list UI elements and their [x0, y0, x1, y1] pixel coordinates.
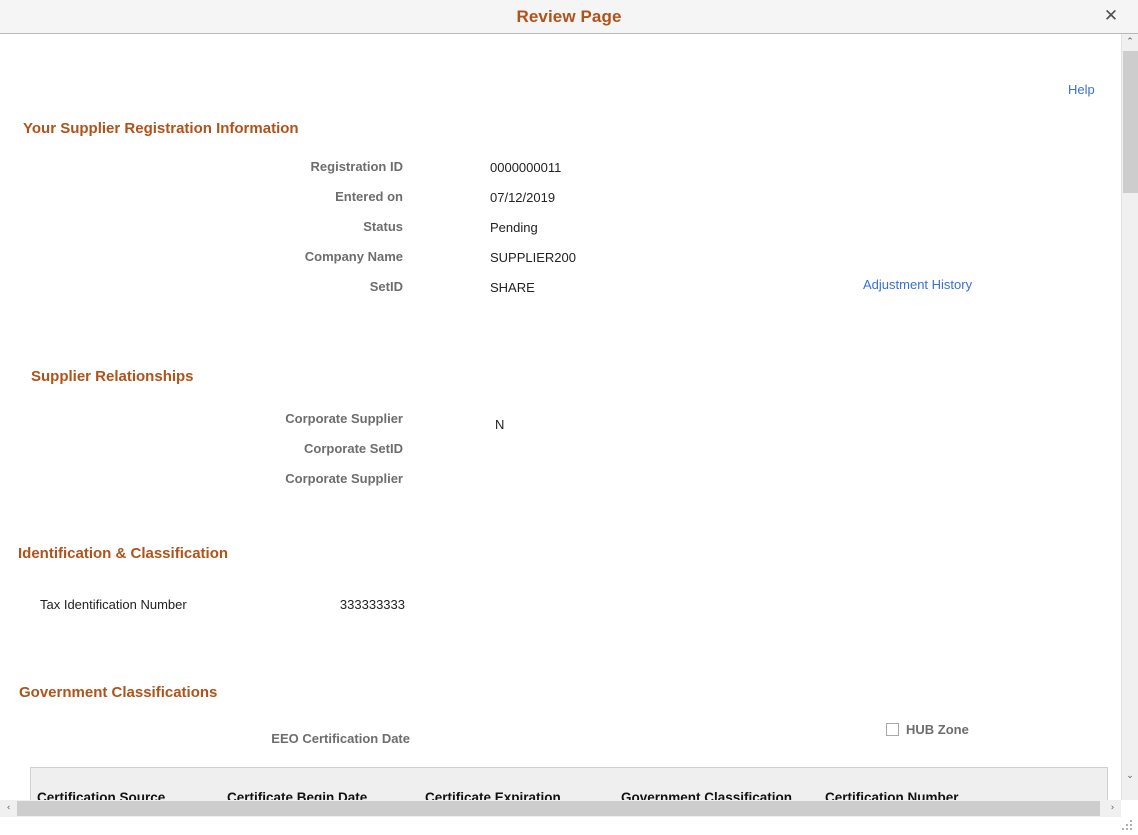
- field-value-company-name: SUPPLIER200: [490, 250, 576, 265]
- field-label-registration-id: Registration ID: [310, 159, 403, 174]
- page-title: Review Page: [516, 7, 622, 26]
- field-value-setid: SHARE: [490, 280, 535, 295]
- field-value-registration-id: 0000000011: [490, 160, 562, 175]
- field-value-entered-on: 07/12/2019: [490, 190, 556, 205]
- horizontal-scrollbar-thumb[interactable]: [17, 801, 1100, 816]
- section-heading-government-classifications: Government Classifications: [19, 684, 218, 701]
- scroll-up-icon[interactable]: ⌃: [1122, 34, 1138, 51]
- field-value-tax-identification-number: 333333333: [339, 597, 405, 612]
- hub-zone-checkbox[interactable]: [886, 723, 899, 736]
- section-heading-registration: Your Supplier Registration Information: [23, 120, 299, 137]
- field-value-corporate-supplier: N: [495, 417, 505, 432]
- close-icon[interactable]: ✕: [1100, 6, 1122, 28]
- field-label-eeo-certification-date: EEO Certification Date: [271, 731, 410, 746]
- column-header-certificate-expiration[interactable]: Certificate Expiration: [419, 790, 615, 801]
- field-value-status: Pending: [490, 220, 538, 235]
- scroll-left-icon[interactable]: ‹: [0, 800, 17, 817]
- column-header-certification-source[interactable]: Certification Source: [31, 790, 221, 801]
- help-link[interactable]: Help: [1068, 82, 1095, 97]
- column-header-certificate-begin-date[interactable]: Certificate Begin Date: [221, 790, 419, 801]
- horizontal-scrollbar[interactable]: ‹ ›: [0, 800, 1121, 817]
- section-heading-supplier-relationships: Supplier Relationships: [31, 368, 194, 385]
- page-content: Help Your Supplier Registration Informat…: [0, 34, 1121, 800]
- hub-zone-field: HUB Zone: [886, 722, 969, 737]
- adjustment-history-link[interactable]: Adjustment History: [863, 277, 972, 292]
- column-header-government-classification[interactable]: Government Classification: [615, 790, 819, 801]
- hub-zone-label: HUB Zone: [906, 722, 969, 737]
- column-header-certification-number[interactable]: Certification Number: [819, 790, 1079, 801]
- vertical-scrollbar[interactable]: ⌃ ⌄: [1121, 34, 1138, 800]
- scroll-down-icon[interactable]: ⌄: [1122, 768, 1138, 785]
- section-heading-identification-classification: Identification & Classification: [18, 545, 229, 562]
- certifications-grid: Certification Source Certificate Begin D…: [30, 767, 1108, 800]
- field-label-setid: SetID: [369, 279, 403, 294]
- certifications-grid-header-row: Certification Source Certificate Begin D…: [31, 768, 1107, 800]
- field-label-tax-identification-number: Tax Identification Number: [40, 597, 187, 612]
- field-label-status: Status: [363, 219, 403, 234]
- scroll-right-icon[interactable]: ›: [1104, 800, 1121, 817]
- vertical-scrollbar-thumb[interactable]: [1123, 51, 1138, 193]
- modal-titlebar: Review Page ✕: [0, 0, 1138, 34]
- field-label-corporate-supplier: Corporate Supplier: [285, 411, 403, 426]
- field-label-entered-on: Entered on: [335, 189, 403, 204]
- field-label-corporate-supplier-2: Corporate Supplier: [285, 471, 403, 486]
- resize-grip-icon[interactable]: [1122, 820, 1134, 832]
- review-page-modal: Review Page ✕ Help Your Supplier Registr…: [0, 0, 1138, 835]
- field-label-corporate-setid: Corporate SetID: [304, 441, 403, 456]
- field-label-company-name: Company Name: [304, 249, 403, 264]
